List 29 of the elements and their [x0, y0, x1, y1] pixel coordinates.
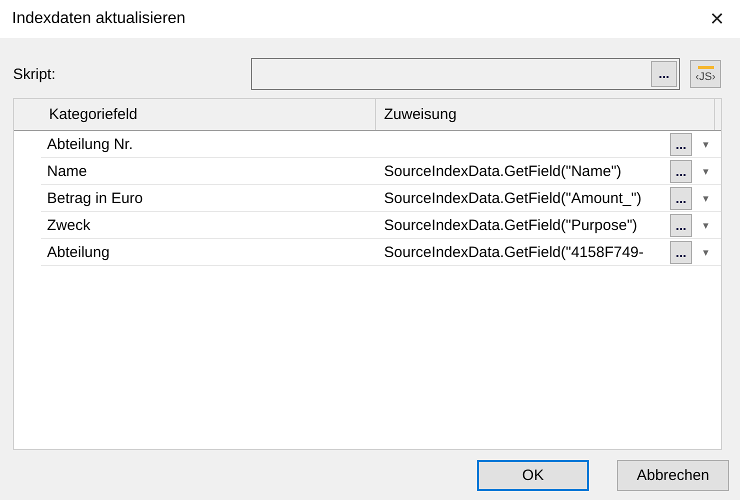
browse-button[interactable]: ... [670, 187, 692, 210]
table-cell-text: Abteilung [46, 244, 111, 261]
browse-button[interactable]: ... [670, 133, 692, 156]
dropdown-button[interactable]: ▾ [692, 138, 720, 151]
table-cell-text: SourceIndexData.GetField("Name") [383, 163, 622, 180]
script-label: Skript: [13, 66, 57, 82]
table-cell-text: SourceIndexData.GetField("Amount_") [383, 190, 642, 207]
dropdown-button[interactable]: ▾ [692, 246, 720, 259]
script-field[interactable]: ... [251, 58, 680, 90]
column-header[interactable]: Zuweisung [376, 99, 715, 130]
dropdown-button[interactable]: ▾ [692, 192, 720, 205]
window-title: Indexdaten aktualisieren [12, 10, 186, 28]
table-cell-text: Abteilung Nr. [46, 136, 134, 153]
browse-button[interactable]: ... [670, 241, 692, 264]
table-cell-text: SourceIndexData.GetField("Purpose") [383, 217, 638, 234]
dropdown-button[interactable]: ▾ [692, 219, 720, 232]
column-header[interactable]: Kategoriefeld [41, 99, 376, 130]
cancel-button[interactable]: Abbrechen [617, 460, 729, 491]
browse-button[interactable]: ... [670, 160, 692, 183]
dropdown-button[interactable]: ▾ [692, 165, 720, 178]
close-button[interactable]: ✕ [694, 0, 740, 38]
table-cell-text: Name [46, 163, 88, 180]
table-cell-text: Zweck [46, 217, 92, 234]
browse-button[interactable]: ... [651, 61, 677, 87]
ok-button[interactable]: OK [477, 460, 589, 491]
table-cell-text: Betrag in Euro [46, 190, 144, 207]
table-cell-text: SourceIndexData.GetField("4158F749- [383, 244, 645, 261]
browse-button[interactable]: ... [670, 214, 692, 237]
script-editor-button[interactable]: ‹JS› [690, 60, 721, 88]
